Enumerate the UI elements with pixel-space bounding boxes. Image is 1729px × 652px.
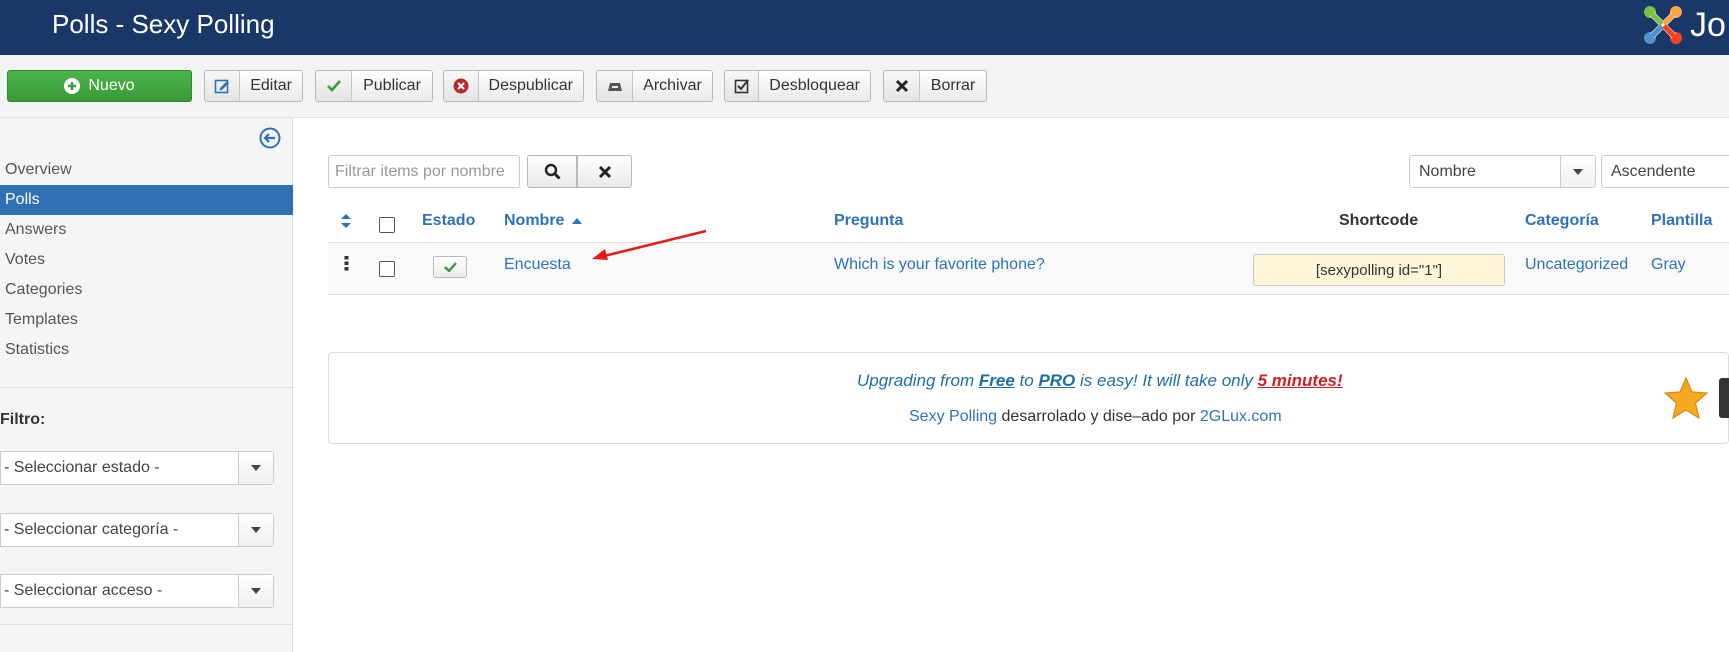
filter-title: Filtro: (0, 411, 46, 428)
sidebar-item-templates[interactable]: Templates (0, 305, 293, 335)
column-header-question[interactable]: Pregunta (834, 212, 903, 230)
poll-template-link[interactable]: Gray (1651, 256, 1686, 274)
unpublish-button[interactable]: Despublicar (443, 70, 584, 102)
credits-text: Sexy Polling desarrolado y dise–ado por … (909, 408, 1282, 426)
sort-order-icon[interactable] (340, 213, 352, 229)
upgrade-promo-box: Upgrading from Free to PRO is easy! It w… (328, 352, 1729, 444)
promo-text-3: is easy! It will take only (1075, 371, 1258, 390)
publish-button[interactable]: Publicar (315, 70, 433, 102)
delete-button[interactable]: Borrar (883, 70, 987, 102)
collapse-sidebar-icon[interactable] (259, 127, 281, 149)
published-status-button[interactable] (433, 256, 467, 278)
red-arrow-annotation (592, 229, 707, 260)
poll-category-link[interactable]: Uncategorized (1525, 256, 1628, 274)
sort-field-select[interactable]: Nombre (1409, 155, 1596, 188)
sidebar-item-answers[interactable]: Answers (0, 215, 293, 245)
svg-text:Jo: Jo (1690, 6, 1726, 44)
search-button[interactable] (527, 155, 577, 188)
plus-circle-icon (64, 78, 81, 94)
state-filter-value: - Seleccionar estado - (4, 459, 160, 476)
sidebar: Overview Polls Answers Votes Categories … (0, 118, 293, 652)
shortcode-field[interactable]: [sexypolling id="1"] (1253, 254, 1505, 286)
edit-button-label: Editar (250, 77, 292, 94)
search-input[interactable] (328, 155, 520, 188)
chevron-down-icon (1560, 156, 1595, 187)
sidebar-item-statistics[interactable]: Statistics (0, 335, 293, 365)
column-header-category[interactable]: Categoría (1525, 212, 1599, 230)
clear-search-button[interactable] (577, 155, 632, 188)
sexy-polling-link[interactable]: Sexy Polling (909, 408, 997, 425)
chevron-down-icon (238, 514, 273, 546)
sidebar-divider (0, 387, 293, 388)
check-icon (316, 71, 352, 101)
free-link[interactable]: Free (979, 371, 1015, 390)
unpublish-button-label: Despublicar (488, 77, 573, 94)
2glux-link[interactable]: 2GLux.com (1200, 408, 1282, 425)
column-header-status[interactable]: Estado (422, 212, 475, 230)
credits-mid-text: desarrolado y dise–ado por (997, 408, 1200, 425)
access-filter-select[interactable]: - Seleccionar acceso - (0, 574, 274, 608)
access-filter-value: - Seleccionar acceso - (4, 582, 163, 599)
promo-text-1: Upgrading from (857, 371, 979, 390)
publish-button-label: Publicar (363, 77, 421, 94)
sidebar-divider (0, 624, 293, 625)
page-title: Polls - Sexy Polling (52, 9, 275, 39)
column-header-name[interactable]: Nombre (504, 212, 582, 230)
drag-handle-icon[interactable] (344, 256, 349, 271)
archive-icon (597, 71, 633, 101)
upgrade-promo-text: Upgrading from Free to PRO is easy! It w… (857, 371, 1343, 391)
sort-field-value: Nombre (1419, 162, 1476, 180)
poll-question-link[interactable]: Which is your favorite phone? (834, 256, 1045, 274)
chevron-down-icon (238, 452, 273, 484)
sort-direction-select[interactable]: Ascendente (1601, 155, 1729, 188)
row-checkbox[interactable] (379, 261, 395, 277)
edit-button[interactable]: Editar (204, 70, 303, 102)
sort-direction-value: Ascendente (1611, 162, 1696, 180)
sidebar-item-votes[interactable]: Votes (0, 245, 293, 275)
sidebar-item-polls[interactable]: Polls (0, 185, 293, 215)
unlock-button-label: Desbloquear (769, 77, 860, 94)
joomla-logo: Jo (1644, 6, 1726, 44)
close-icon (598, 165, 611, 178)
promo-text-2: to (1014, 371, 1039, 390)
delete-button-label: Borrar (930, 77, 976, 94)
header-bar: Polls - Sexy Polling Jo (0, 0, 1729, 55)
search-icon (544, 163, 561, 180)
sidebar-item-overview[interactable]: Overview (0, 155, 293, 185)
column-header-template[interactable]: Plantilla (1651, 212, 1712, 230)
chevron-down-icon (238, 575, 273, 607)
unpublish-icon (444, 71, 479, 101)
category-filter-value: - Seleccionar categoría - (4, 521, 179, 538)
pro-link[interactable]: PRO (1038, 371, 1075, 390)
checkbox-icon (725, 71, 760, 101)
close-icon (884, 71, 920, 101)
promo-minutes: 5 minutes! (1257, 371, 1343, 390)
toolbar: Nuevo Editar Publicar Despublicar Archiv… (0, 55, 1729, 118)
archive-button-label: Archivar (643, 77, 702, 94)
column-header-name-label: Nombre (504, 212, 565, 229)
sort-asc-icon (571, 217, 582, 224)
state-filter-select[interactable]: - Seleccionar estado - (0, 451, 274, 485)
column-header-shortcode: Shortcode (1339, 212, 1419, 229)
poll-name-link[interactable]: Encuesta (504, 256, 571, 274)
new-button[interactable]: Nuevo (7, 70, 192, 102)
star-icon (1664, 377, 1708, 419)
new-button-label: Nuevo (88, 77, 135, 94)
check-icon (443, 262, 457, 272)
unlock-button[interactable]: Desbloquear (724, 70, 871, 102)
archive-button[interactable]: Archivar (596, 70, 713, 102)
select-all-checkbox[interactable] (379, 217, 395, 233)
phone-image (1719, 378, 1729, 418)
category-filter-select[interactable]: - Seleccionar categoría - (0, 513, 274, 547)
sidebar-item-categories[interactable]: Categories (0, 275, 293, 305)
edit-icon (205, 71, 241, 101)
